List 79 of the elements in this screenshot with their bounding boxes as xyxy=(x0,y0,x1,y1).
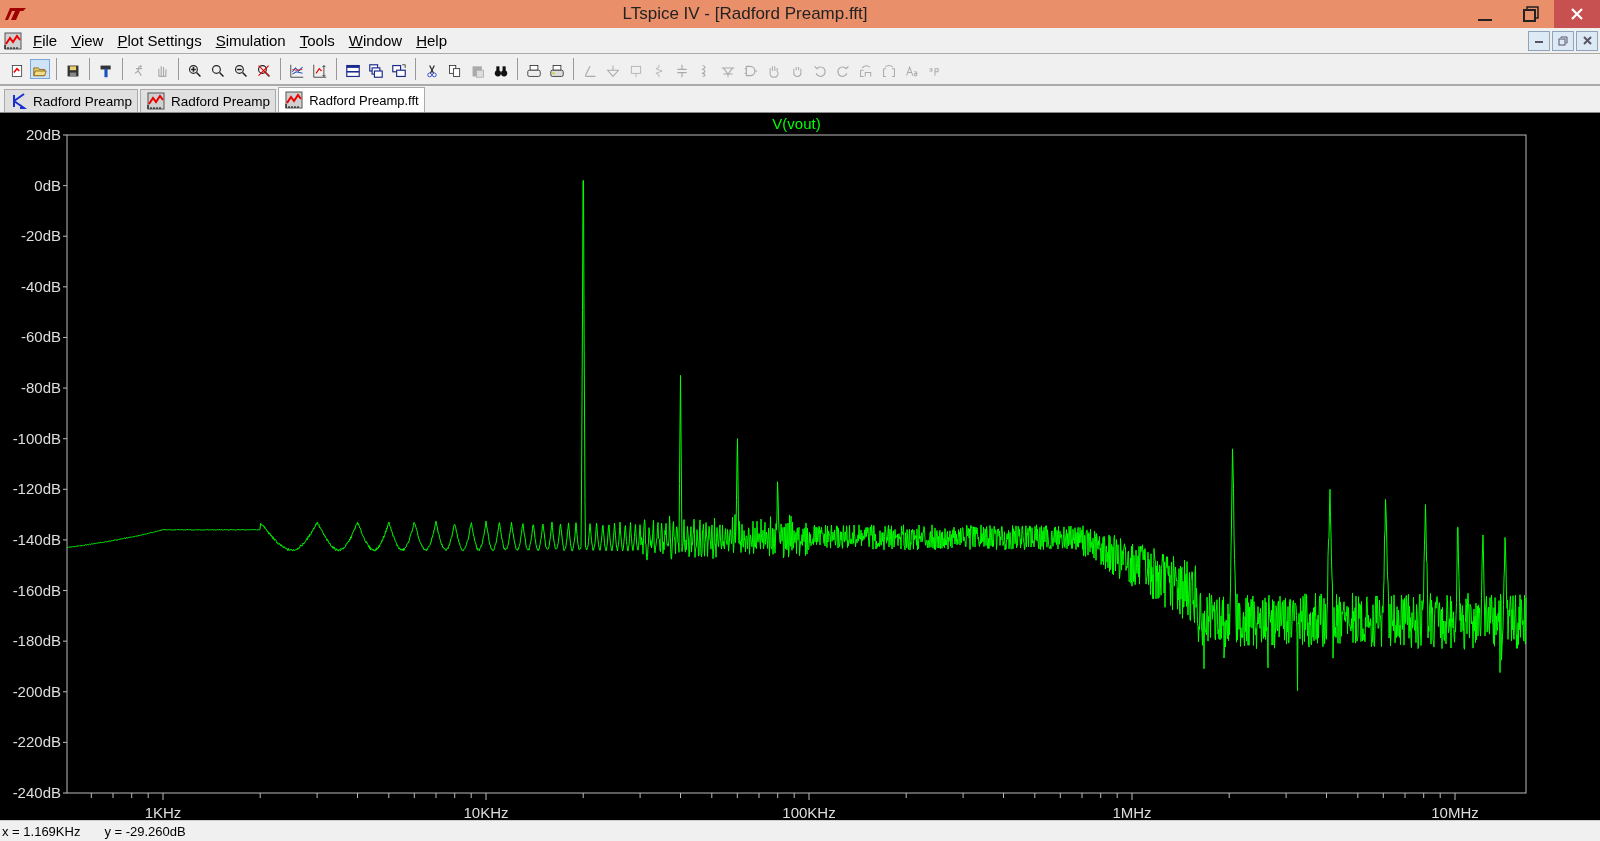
close-icon xyxy=(1582,36,1592,45)
y-axis-label: -140dB xyxy=(12,530,61,548)
menu-item[interactable]: Simulation xyxy=(208,32,293,49)
tab-label: Radford Preamp xyxy=(171,93,271,109)
y-tick xyxy=(62,438,68,440)
tile-horizontal-icon xyxy=(346,62,360,80)
capacitor-icon xyxy=(675,62,689,80)
autorange-icon xyxy=(290,62,304,80)
restore-icon xyxy=(1558,35,1568,46)
y-axis-label: -100dB xyxy=(12,429,61,447)
y-tick xyxy=(62,792,68,794)
menu-item[interactable]: Tools xyxy=(292,32,342,49)
zoom-in-icon xyxy=(188,62,202,80)
menu-item[interactable]: Window xyxy=(341,32,410,49)
y-axis-label: -160dB xyxy=(12,581,61,599)
y-axis-label: -220dB xyxy=(12,733,61,751)
y-tick xyxy=(62,387,68,389)
cursor-x-reading: x = 1.169KHz xyxy=(2,823,81,839)
menu-item[interactable]: Help xyxy=(409,32,454,49)
cascade-windows-icon xyxy=(369,62,383,80)
waveform-icon xyxy=(285,91,304,109)
tab-label: Radford Preamp.fft xyxy=(309,92,419,108)
y-tick xyxy=(62,235,68,237)
y-tick xyxy=(62,640,68,642)
close-document-button[interactable] xyxy=(1576,30,1598,51)
y-axis-label: 20dB xyxy=(25,126,61,143)
y-tick xyxy=(62,286,68,288)
tab-label: Radford Preamp xyxy=(33,93,133,109)
waveform-icon xyxy=(147,92,166,110)
y-tick xyxy=(62,488,68,490)
minimize-icon xyxy=(1478,19,1492,21)
restore-icon xyxy=(1523,6,1539,22)
y-tick xyxy=(62,741,68,743)
app-logo-icon xyxy=(4,6,28,22)
y-axis-label: -60dB xyxy=(20,328,61,346)
y-tick xyxy=(62,539,68,541)
printer-icon xyxy=(527,62,541,80)
arrange-windows-icon xyxy=(392,62,406,80)
vertical-autorange-icon xyxy=(313,62,327,80)
y-tick xyxy=(62,134,68,136)
zoom-out-icon xyxy=(234,62,248,80)
y-tick xyxy=(62,590,68,592)
x-axis-label: 1MHz xyxy=(1112,804,1152,820)
magnifier-icon xyxy=(211,62,225,80)
open-folder-tool-button[interactable] xyxy=(31,60,49,78)
cursor-y-reading: y = -29.260dB xyxy=(104,823,186,839)
document-tab[interactable]: Radford Preamp.fft xyxy=(278,87,425,112)
trace-name: V(vout) xyxy=(772,115,821,132)
y-tick xyxy=(62,336,68,338)
print-setup-icon xyxy=(550,62,564,80)
transistor-icon xyxy=(11,92,27,110)
window-title: LTspice IV - [Radford Preamp.fft] xyxy=(621,4,869,24)
x-axis-label: 10MHz xyxy=(1431,804,1479,820)
y-axis-label: 0dB xyxy=(34,176,61,194)
y-axis-label: -80dB xyxy=(20,379,61,397)
x-axis-label: 1KHz xyxy=(144,804,182,820)
y-tick xyxy=(62,185,68,187)
close-button[interactable] xyxy=(1554,0,1600,28)
y-axis-label: -200dB xyxy=(12,682,61,700)
resistor-icon xyxy=(652,62,666,80)
zoom-cancel-icon xyxy=(257,62,271,80)
new-schematic-icon xyxy=(10,62,24,80)
x-axis-label: 10KHz xyxy=(463,804,509,820)
y-axis-label: -240dB xyxy=(12,784,61,801)
menu-item[interactable]: Plot Settings xyxy=(110,32,209,49)
document-tab[interactable]: Radford Preamp xyxy=(4,89,139,112)
y-axis-label: -20dB xyxy=(20,227,61,245)
x-axis-label: 100KHz xyxy=(782,804,836,820)
y-tick xyxy=(62,691,68,693)
copy-icon xyxy=(448,62,462,80)
y-axis-label: -120dB xyxy=(12,480,61,498)
document-tab[interactable]: Radford Preamp xyxy=(140,89,277,112)
menu-item[interactable]: File xyxy=(26,32,65,49)
close-icon xyxy=(1571,8,1583,20)
app-menu-icon xyxy=(4,31,22,50)
y-axis-label: -180dB xyxy=(12,632,61,650)
minimize-document-button[interactable] xyxy=(1528,30,1550,51)
y-axis-label: -40dB xyxy=(20,277,61,295)
menu-item[interactable]: View xyxy=(64,32,111,49)
